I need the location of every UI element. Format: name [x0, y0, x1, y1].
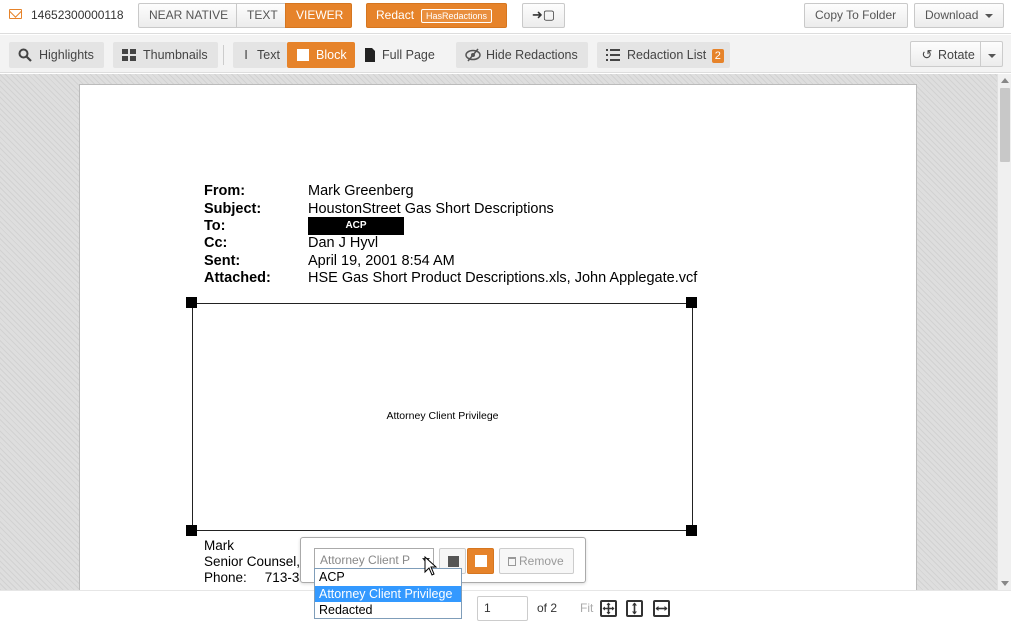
highlights-button[interactable]: Highlights: [9, 42, 104, 68]
resize-handle-bottom-right[interactable]: [686, 525, 697, 536]
fit-label: Fit: [580, 601, 594, 615]
sent-value: April 19, 2001 8:54 AM: [308, 253, 455, 269]
fit-width-button[interactable]: [653, 600, 670, 617]
document-page: From: Mark Greenberg Subject: HoustonStr…: [79, 84, 917, 590]
block-label: Block: [316, 48, 347, 62]
white-fill-button[interactable]: [467, 548, 494, 574]
hide-redactions-label: Hide Redactions: [486, 48, 578, 62]
thumbnails-label: Thumbnails: [143, 48, 208, 62]
download-label: Download: [925, 8, 979, 22]
page-icon: [363, 48, 377, 62]
attached-label: Attached:: [204, 270, 271, 286]
signature-phone: Phone:713-345: [204, 570, 314, 585]
list-icon: [606, 48, 620, 62]
trash-icon: [508, 557, 516, 566]
phone-value: 713-3: [264, 570, 300, 585]
block-redaction-button[interactable]: Block: [287, 42, 355, 68]
rotate-icon: ↺: [921, 47, 933, 62]
envelope-icon: [9, 9, 22, 19]
fit-height-icon: [632, 602, 637, 615]
fit-width-icon: [655, 606, 668, 611]
thumbnails-button[interactable]: Thumbnails: [113, 42, 218, 68]
chevron-down-icon: [987, 53, 996, 58]
text-cursor-icon: I: [244, 47, 248, 62]
subject-value: HoustonStreet Gas Short Descriptions: [308, 201, 554, 217]
text-label: Text: [257, 48, 280, 62]
search-icon: [18, 48, 32, 62]
viewer-toolbar: Highlights Thumbnails I Text Block Full …: [0, 35, 1011, 73]
scroll-down-arrow-icon[interactable]: [1001, 581, 1009, 586]
from-label: From:: [204, 183, 246, 199]
redaction-reason-dropdown[interactable]: ACP Attorney Client Privilege Redacted: [314, 568, 462, 619]
square-icon: [296, 48, 310, 62]
remove-redaction-button[interactable]: Remove: [499, 548, 574, 574]
block-redaction-label: Attorney Client Privilege: [386, 410, 499, 422]
chevron-down-icon: [985, 13, 994, 18]
download-button[interactable]: Download: [914, 3, 1004, 28]
block-redaction-box[interactable]: Attorney Client Privilege: [192, 303, 693, 531]
redaction-count-badge: 2: [711, 49, 724, 63]
resize-handle-top-left[interactable]: [186, 297, 197, 308]
page-navigation-bar: e 1 of 2 Fit: [0, 590, 1011, 624]
arrow-to-pdf-icon: ➜▢: [531, 7, 556, 22]
document-id: 14652300000118: [31, 8, 124, 22]
reason-option-redacted[interactable]: Redacted: [315, 602, 461, 619]
cc-label: Cc:: [204, 235, 228, 251]
redact-label: Redact: [376, 8, 415, 22]
top-bar: 14652300000118 NEAR NATIVE TEXT VIEWER R…: [0, 0, 1011, 34]
view-near-native-button[interactable]: NEAR NATIVE: [138, 3, 237, 28]
signature-name: Mark: [204, 538, 234, 553]
remove-label: Remove: [519, 554, 564, 568]
full-page-label: Full Page: [382, 48, 435, 62]
vertical-scrollbar[interactable]: [997, 74, 1011, 590]
reason-option-attorney-client-privilege[interactable]: Attorney Client Privilege: [315, 585, 461, 602]
signature-title-text: Senior Counsel, E: [204, 554, 313, 569]
redaction-list-button[interactable]: Redaction List 2: [597, 42, 730, 68]
attached-value: HSE Gas Short Product Descriptions.xls, …: [308, 270, 698, 286]
from-value: Mark Greenberg: [308, 183, 414, 199]
black-square-icon: [448, 556, 459, 567]
phone-label: Phone:: [204, 570, 247, 585]
redaction-reason-value: Attorney Client P: [320, 553, 411, 567]
hide-redactions-button[interactable]: Hide Redactions: [456, 42, 588, 68]
view-text-button[interactable]: TEXT: [236, 3, 286, 28]
to-label: To:: [204, 218, 226, 234]
resize-handle-bottom-left[interactable]: [186, 525, 197, 536]
text-redaction-button[interactable]: I Text: [233, 42, 287, 68]
eye-slash-icon: [465, 48, 481, 62]
redact-button[interactable]: Redact HasRedactions: [366, 3, 507, 28]
copy-to-folder-button[interactable]: Copy To Folder: [804, 3, 908, 28]
rotate-label: Rotate: [938, 48, 975, 62]
view-viewer-button[interactable]: VIEWER: [285, 3, 352, 28]
export-to-pdf-button[interactable]: ➜▢: [522, 3, 565, 28]
fit-height-button[interactable]: [626, 600, 643, 617]
to-redaction-block[interactable]: ACP: [308, 217, 404, 235]
subject-label: Subject:: [204, 201, 262, 217]
document-viewer: From: Mark Greenberg Subject: HoustonStr…: [0, 74, 997, 590]
fit-all-icon: [602, 602, 615, 615]
white-square-icon: [475, 555, 487, 567]
cc-value: Dan J Hyvl: [308, 235, 379, 251]
reason-option-acp[interactable]: ACP: [315, 569, 461, 586]
redaction-list-label: Redaction List: [627, 48, 707, 62]
rotate-options-button[interactable]: [980, 41, 1003, 67]
rotate-button[interactable]: ↺ Rotate: [910, 41, 986, 67]
full-page-redaction-button[interactable]: Full Page: [354, 42, 445, 68]
toolbar-divider: [223, 45, 224, 65]
sent-label: Sent:: [204, 253, 241, 269]
scroll-up-arrow-icon[interactable]: [1001, 78, 1009, 83]
fit-all-button[interactable]: [600, 600, 617, 617]
grid-icon: [122, 48, 136, 62]
page-number-input[interactable]: 1: [477, 596, 528, 621]
highlights-label: Highlights: [39, 48, 94, 62]
page-total: of 2: [537, 601, 558, 615]
has-redactions-badge: HasRedactions: [421, 9, 493, 23]
scrollbar-thumb[interactable]: [1000, 88, 1010, 162]
resize-handle-top-right[interactable]: [686, 297, 697, 308]
